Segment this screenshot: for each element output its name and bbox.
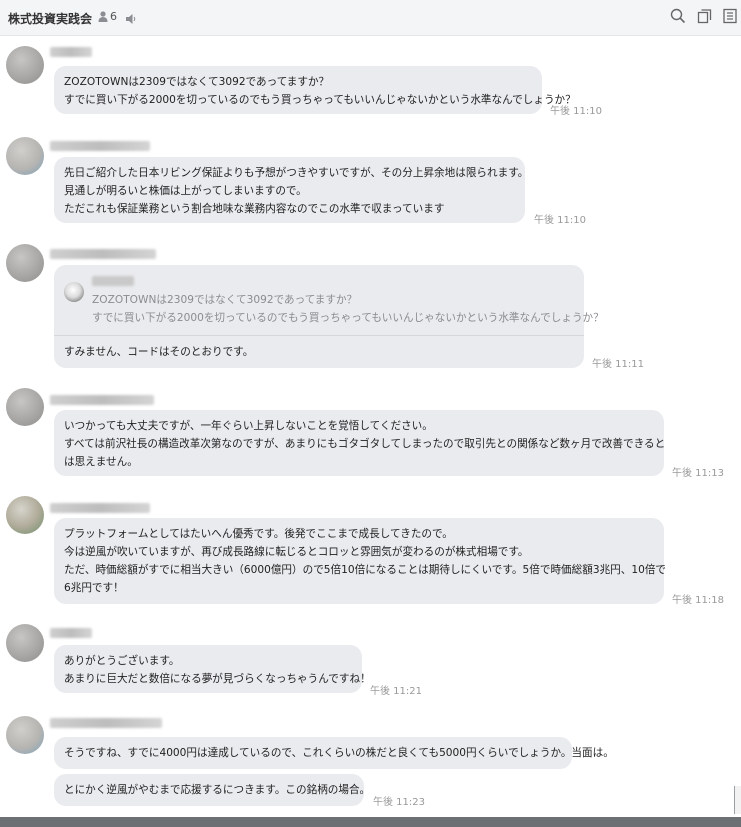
message-text: プラットフォームとしてはたいへん優秀です。後発でここまで成長してきたので。 [64, 528, 453, 540]
message-time: 午後 11:23 [373, 797, 425, 808]
message-text: そうですね、すでに4000円は達成しているので、これくらいの株だと良くても500… [64, 747, 614, 759]
message-text: 今は逆風が吹いていますが、再び成長路線に転じるとコロッと雰囲気が変わるのが株式相… [64, 546, 529, 558]
message-bubble[interactable]: いつかっても大丈夫ですが、一年ぐらい上昇しないことを覚悟してください。 すべては… [54, 410, 666, 476]
message-time: 午後 11:18 [672, 595, 724, 606]
group-title: 株式投資実践会 [8, 12, 93, 26]
message-bubble[interactable]: ZOZOTOWNは2309ではなくて3092であってますか？ すでに買い下がる2… [54, 66, 576, 114]
message-bubble[interactable]: とにかく逆風がやむまで応援するにつきます。この銘柄の場合。 [54, 774, 371, 806]
avatar[interactable] [6, 716, 44, 754]
message-text: ただ、時価総額がすでに相当大きい（6000億円）ので5倍10倍になることは期待し… [64, 564, 667, 576]
message-time: 午後 11:10 [550, 106, 602, 117]
sender-name-redacted [50, 718, 162, 728]
copy-icon[interactable] [697, 8, 715, 26]
message-bubble[interactable]: プラットフォームとしてはたいへん優秀です。後発でここまで成長してきたので。 今は… [54, 518, 667, 604]
message-text: ありがとうございます。 [64, 655, 180, 667]
message-bubble[interactable]: ありがとうございます。 あまりに巨大だと数倍になる夢が見づらくなっちゃうんですね… [54, 645, 371, 693]
message-text: 6兆円です！ [64, 582, 124, 594]
reply-text: すみません、コードはそのとおりです。 [64, 346, 254, 358]
member-count[interactable]: 6 [98, 10, 117, 23]
quoted-sender-name-redacted [92, 276, 134, 286]
member-count-value: 6 [110, 10, 117, 23]
sender-name-redacted [50, 249, 156, 259]
search-icon[interactable] [670, 8, 688, 26]
chat-header: 株式投資実践会 6 [0, 0, 741, 36]
message-text: すべては前沢社長の構造改革次第なのですが、あまりにもゴタゴタしてしまったので取引… [64, 438, 666, 450]
message-bubble[interactable]: そうですね、すでに4000円は達成しているので、これくらいの株だと良くても500… [54, 737, 614, 769]
speaker-icon[interactable] [125, 10, 137, 29]
message-text: ZOZOTOWNは2309ではなくて3092であってますか？ [64, 76, 330, 88]
message-text: とにかく逆風がやむまで応援するにつきます。この銘柄の場合。 [64, 784, 371, 796]
sender-name-redacted [50, 395, 154, 405]
sender-name-redacted [50, 141, 150, 151]
sender-name-redacted [50, 47, 92, 57]
message-text: いつかっても大丈夫ですが、一年ぐらい上昇しないことを覚悟してください。 [64, 420, 433, 432]
avatar[interactable] [6, 244, 44, 282]
message-text: 先日ご紹介した日本リビング保証よりも予想がつきやすいですが、その分上昇余地は限ら… [64, 167, 529, 179]
person-icon [98, 11, 108, 22]
window-edge [734, 786, 741, 814]
message-text: ただこれも保証業務という割合地味な業務内容なのでこの水準で収まっています [64, 203, 445, 215]
avatar[interactable] [6, 624, 44, 662]
avatar[interactable] [6, 496, 44, 534]
message-text: は思えません。 [64, 456, 138, 468]
message-text: すでに買い下がる2000を切っているのでもう買っちゃってもいいんじゃないかという… [64, 94, 576, 106]
avatar[interactable] [6, 388, 44, 426]
avatar[interactable] [6, 137, 44, 175]
message-text: あまりに巨大だと数倍になる夢が見づらくなっちゃうんですね！ [64, 673, 371, 685]
quoted-line: ZOZOTOWNは2309ではなくて3092であってますか？ [92, 294, 358, 306]
message-time: 午後 11:11 [592, 359, 644, 370]
quoted-avatar [64, 282, 84, 302]
quoted-text: ZOZOTOWNは2309ではなくて3092であってますか？ すでに買い下がる2… [92, 291, 604, 327]
message-time: 午後 11:10 [534, 215, 586, 226]
quoted-message[interactable]: ZOZOTOWNは2309ではなくて3092であってますか？ すでに買い下がる2… [54, 265, 604, 336]
sender-name-redacted [50, 628, 92, 638]
message-text: 見通しが明るいと株価は上がってしまいますので。 [64, 185, 307, 197]
avatar[interactable] [6, 46, 44, 84]
reply-bubble[interactable]: ZOZOTOWNは2309ではなくて3092であってますか？ すでに買い下がる2… [54, 265, 604, 368]
message-time: 午後 11:21 [370, 686, 422, 697]
message-bubble[interactable]: 先日ご紹介した日本リビング保証よりも予想がつきやすいですが、その分上昇余地は限ら… [54, 157, 529, 223]
footer-bar [0, 817, 741, 827]
notes-icon[interactable] [722, 8, 740, 26]
sender-name-redacted [50, 503, 150, 513]
message-time: 午後 11:13 [672, 468, 724, 479]
quoted-line: すでに買い下がる2000を切っているのでもう買っちゃってもいいんじゃないかという… [92, 312, 604, 324]
